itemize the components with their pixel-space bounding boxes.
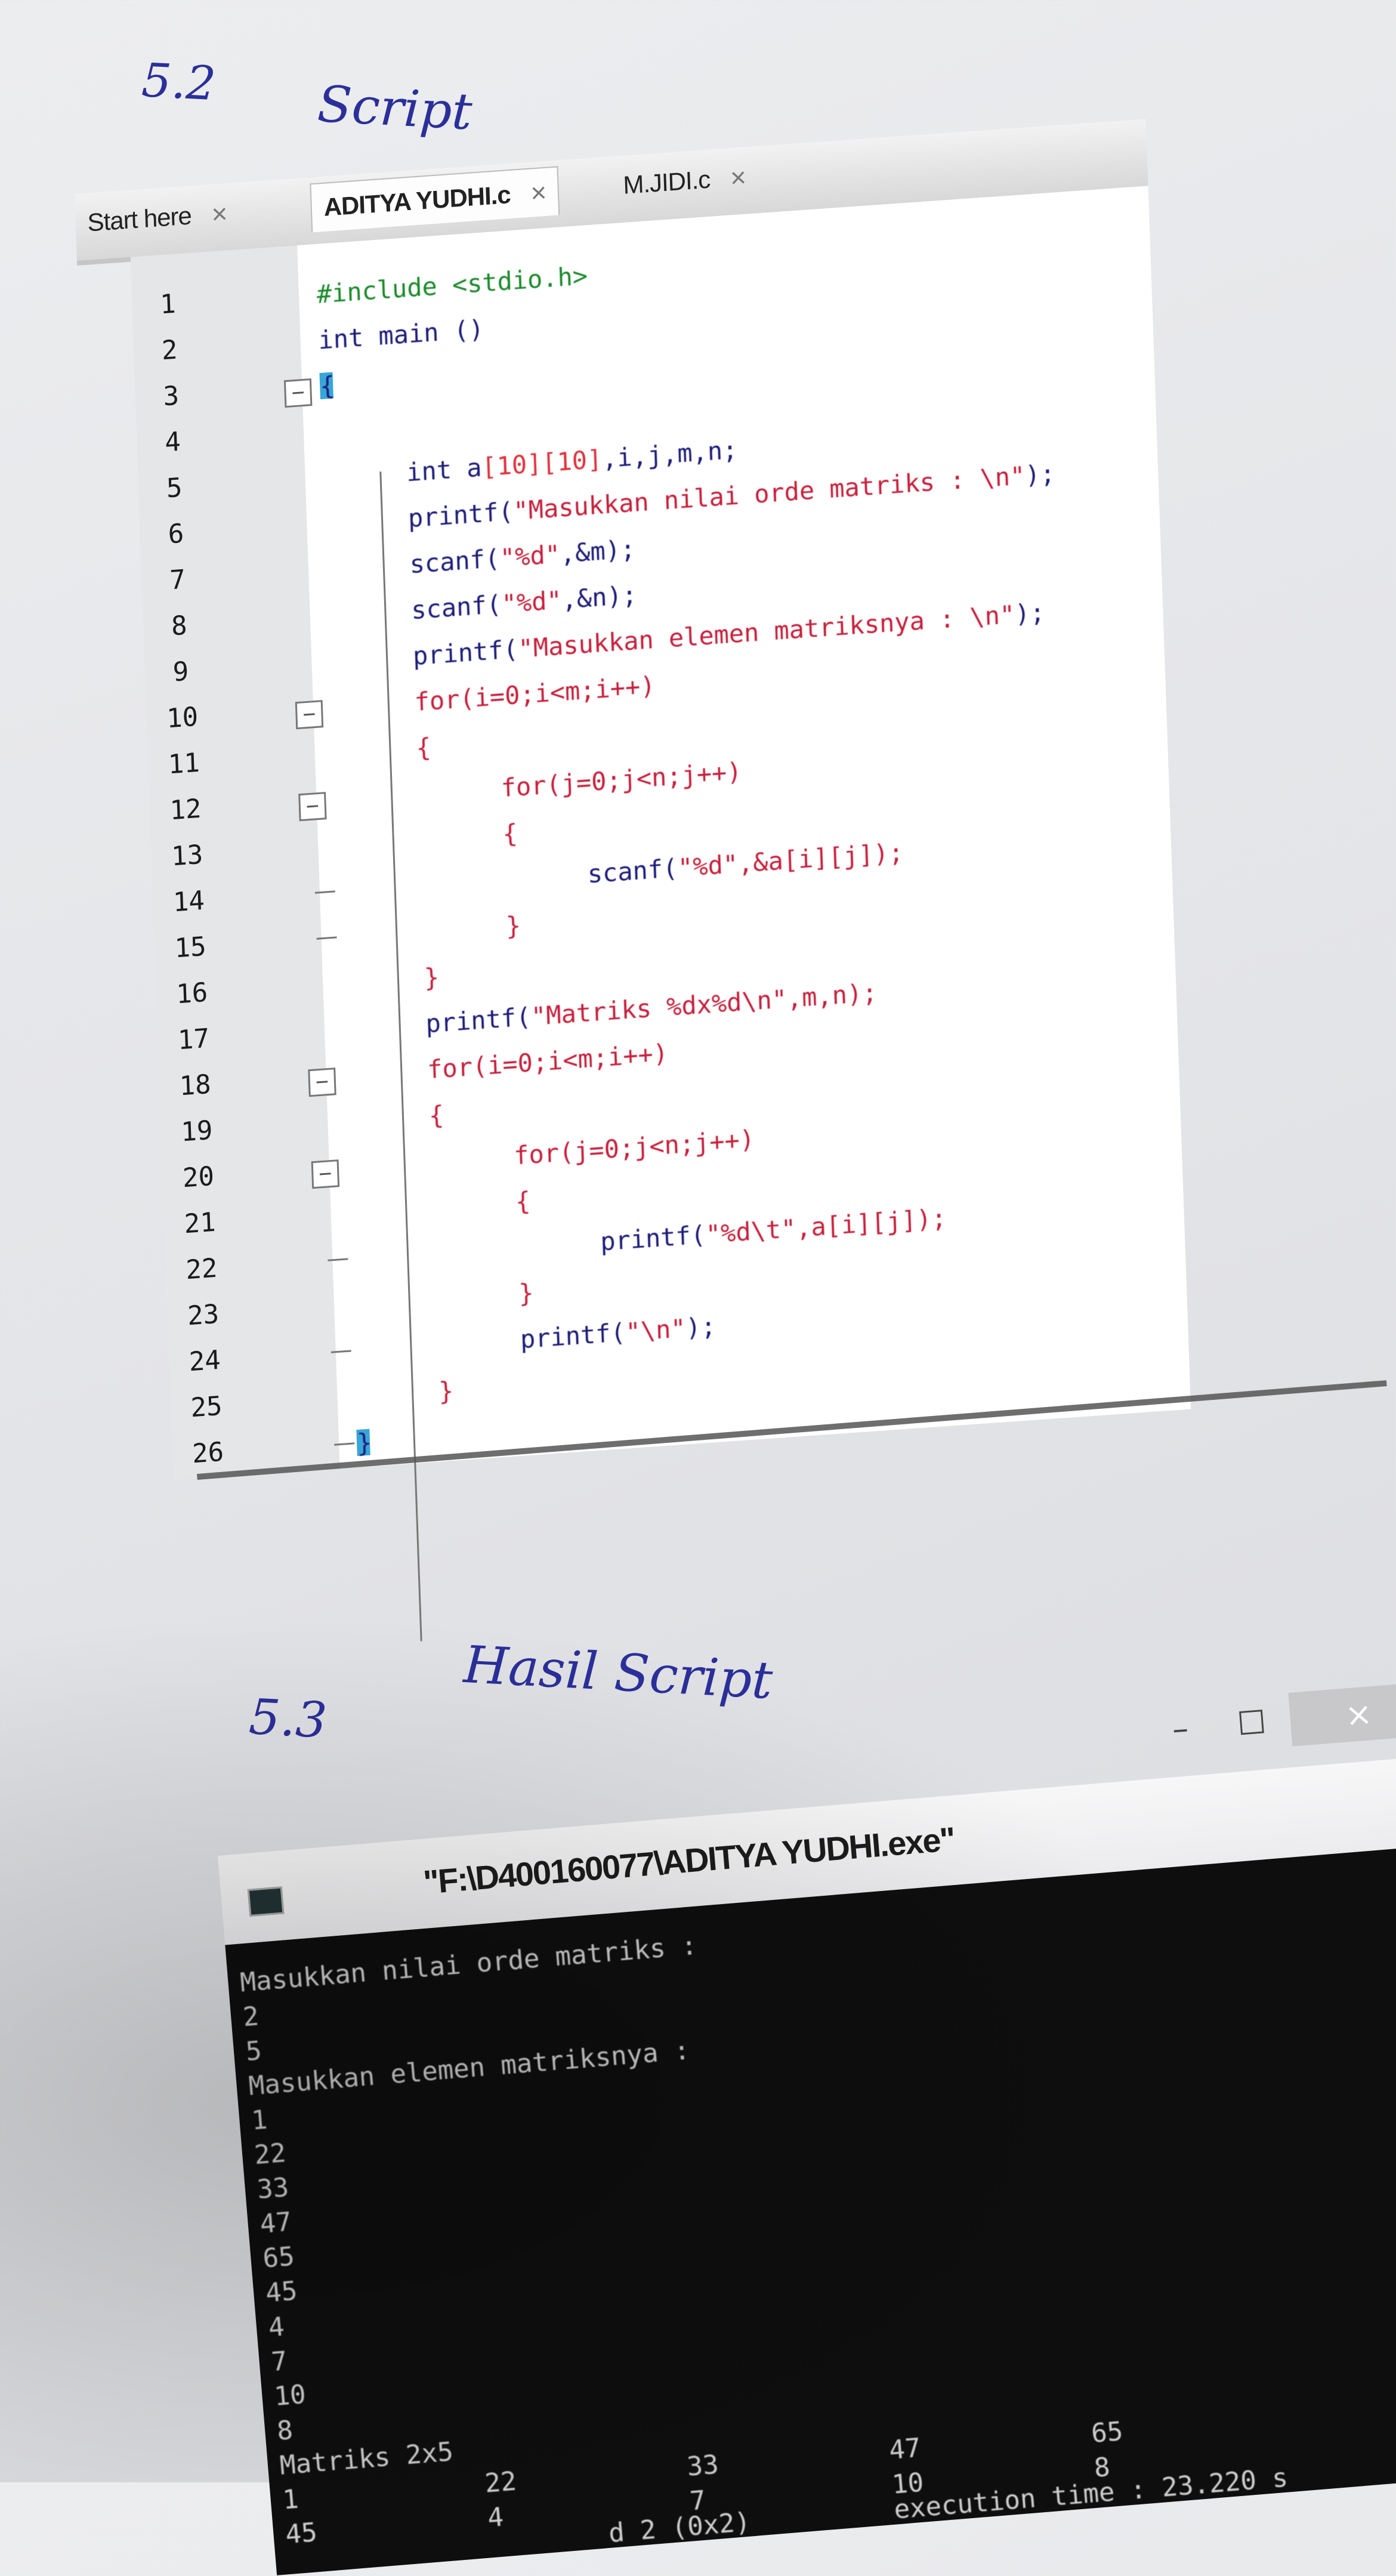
tab-close-icon[interactable]: × [530, 176, 547, 209]
code-line: } [356, 1427, 373, 1458]
terminal-line: Masukkan nilai orde matriks : [239, 1930, 699, 1998]
terminal-output[interactable]: Masukkan nilai orde matriks : 2 5 Masukk… [225, 1842, 1396, 2575]
code-token: "%d" [499, 539, 561, 573]
section-5-3-number: 5.3 [248, 1689, 329, 1750]
matrix-cell: 47 [888, 2432, 922, 2466]
maximize-icon[interactable]: ☐ [1223, 1694, 1281, 1752]
matrix-cell: 65 [1090, 2416, 1125, 2449]
tab-label: Start here [87, 201, 192, 237]
execution-time-text: execution time : 23.220 s [892, 2462, 1289, 2525]
terminal-line: 33 [256, 2172, 291, 2205]
tab-label: ADITYA YUDHI.c [323, 180, 511, 221]
code-line: } [424, 962, 440, 993]
code-token: ); [1014, 597, 1046, 629]
fold-toggle-icon[interactable]: − [298, 792, 327, 822]
code-line: { [319, 371, 336, 402]
code-line: } [518, 1278, 535, 1309]
process-returned-text: d 2 (0x2) [607, 2506, 752, 2549]
terminal-line: 47 [258, 2207, 293, 2240]
console-title: "F:\D400160077\ADITYA YUDHI.exe" [422, 1819, 956, 1901]
tab-m-jidi-c[interactable]: M.JIDI.c × [610, 152, 758, 210]
terminal-line: 45 [264, 2275, 299, 2309]
code-line: { [415, 732, 432, 763]
tab-aditya-yudhi-c[interactable]: ADITYA YUDHI.c × [310, 166, 560, 233]
matrix-cell: 4 [486, 2501, 505, 2534]
section-5-2-title: Script [316, 75, 474, 141]
matrix-cell: 1 [281, 2484, 300, 2516]
terminal-line: Masukkan elemen matriksnya : [247, 2035, 691, 2102]
code-token: "\n" [625, 1313, 687, 1347]
code-line: } [505, 910, 521, 941]
code-token: ); [1024, 458, 1056, 490]
terminal-line: 10 [273, 2379, 307, 2413]
console-window: "F:\D400160077\ADITYA YUDHI.exe" ⌃ Masuk… [218, 1753, 1396, 2575]
tab-start-here[interactable]: Start here × [75, 189, 239, 248]
code-token: ,&n); [561, 579, 638, 615]
terminal-line: 8 [276, 2415, 294, 2447]
fold-toggle-icon[interactable]: − [311, 1159, 340, 1189]
code-token: int a [406, 452, 483, 488]
section-5-2-number: 5.2 [140, 54, 217, 112]
terminal-line: 5 [245, 2035, 263, 2068]
code-line: { [428, 1100, 445, 1131]
tab-close-icon[interactable]: × [730, 161, 746, 194]
code-token: ,&m); [560, 533, 636, 569]
section-5-3-title: Hasil Script [462, 1635, 774, 1711]
code-token: "%d" [501, 585, 563, 619]
minimize-icon[interactable]: – [1151, 1699, 1209, 1757]
close-icon[interactable]: × [1288, 1682, 1396, 1747]
fold-toggle-icon[interactable]: − [295, 700, 324, 730]
tab-label: M.JIDI.c [622, 165, 711, 199]
code-token: "%d" [677, 849, 739, 883]
fold-toggle-icon[interactable]: − [308, 1068, 336, 1097]
matrix-cell: 22 [483, 2466, 518, 2499]
terminal-line: 65 [261, 2241, 296, 2274]
code-line: } [438, 1375, 455, 1406]
code-line: { [502, 818, 518, 849]
code-editor: Start here × ADITYA YUDHI.c × M.JIDI.c ×… [75, 119, 1191, 1642]
terminal-line: 1 [250, 2104, 269, 2136]
terminal-line: 4 [267, 2311, 286, 2343]
code-line: { [515, 1186, 532, 1217]
code-token: ); [685, 1311, 716, 1343]
console-app-icon [247, 1886, 285, 1917]
terminal-line: 2 [242, 2001, 260, 2033]
matrix-header: Matriks 2x5 [279, 2436, 455, 2481]
terminal-line: 22 [253, 2137, 288, 2171]
tab-close-icon[interactable]: × [211, 197, 228, 230]
matrix-cell: 33 [685, 2449, 720, 2482]
terminal-line: 7 [270, 2346, 289, 2378]
code-area[interactable] [297, 186, 1191, 1469]
matrix-cell: 45 [284, 2517, 319, 2550]
fold-toggle-icon[interactable]: − [283, 378, 313, 408]
